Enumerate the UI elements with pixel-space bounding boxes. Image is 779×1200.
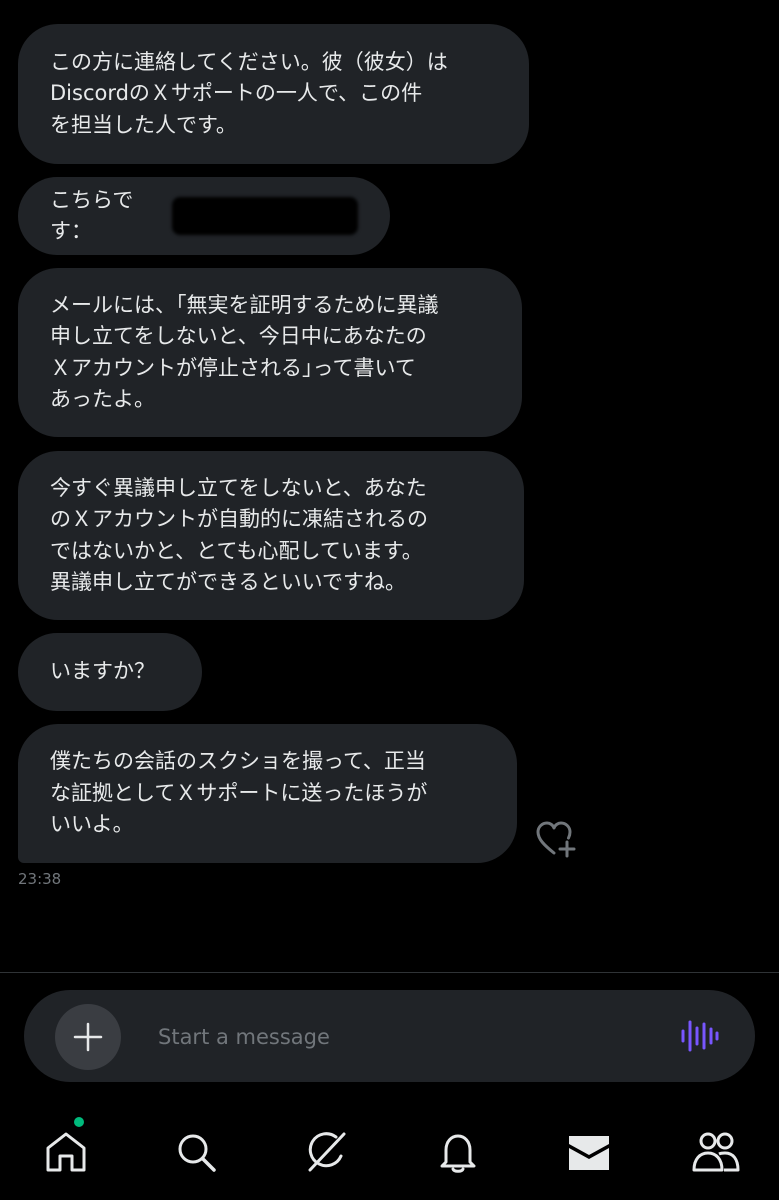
waveform-icon: [681, 1020, 719, 1052]
mail-icon: [569, 1136, 609, 1170]
tab-notifications[interactable]: [428, 1122, 488, 1182]
tab-messages[interactable]: [559, 1122, 619, 1182]
message-text: メールには、｢無実を証明するために異議 申し立てをしないと、今日中にあなたの Ｘ…: [50, 292, 439, 412]
people-icon: [692, 1132, 740, 1172]
message-text: いますか？: [50, 659, 155, 684]
message-text: こちらです：: [50, 187, 134, 244]
voice-message-button[interactable]: [680, 1018, 720, 1054]
message-text: 僕たちの会話のスクショを撮って、正当 な証拠としてＸサポートに送ったほうが いい…: [50, 749, 428, 837]
home-icon: [46, 1132, 86, 1172]
plus-icon: [73, 1022, 103, 1052]
message-input[interactable]: [156, 1016, 640, 1058]
message-timestamp: 23:38: [18, 870, 62, 888]
message-bubble[interactable]: 今すぐ異議申し立てをしないと、あなた のＸアカウントが自動的に凍結されるの では…: [18, 451, 524, 620]
message-bubble[interactable]: メールには、｢無実を証明するために異議 申し立てをしないと、今日中にあなたの Ｘ…: [18, 268, 522, 437]
tab-explore[interactable]: [166, 1122, 226, 1182]
tab-home[interactable]: [36, 1122, 96, 1182]
message-bubble[interactable]: 僕たちの会話のスクショを撮って、正当 な証拠としてＸサポートに送ったほうが いい…: [18, 724, 517, 863]
tab-grok[interactable]: [296, 1122, 356, 1182]
redacted-contact: [172, 197, 358, 235]
message-composer: [24, 990, 755, 1082]
message-bubble[interactable]: この方に連絡してください。彼（彼女）は DiscordのＸサポートの一人で、この…: [18, 24, 529, 164]
search-icon: [178, 1134, 216, 1172]
tab-communities[interactable]: [686, 1122, 746, 1182]
message-bubble[interactable]: こちらです：: [18, 177, 390, 255]
grok-icon: [308, 1132, 346, 1172]
message-thread: この方に連絡してください。彼（彼女）は DiscordのＸサポートの一人で、この…: [0, 0, 779, 972]
message-bubble[interactable]: いますか？: [18, 633, 202, 711]
heart-plus-icon[interactable]: [534, 820, 580, 860]
message-text: 今すぐ異議申し立てをしないと、あなた のＸアカウントが自動的に凍結されるの では…: [50, 475, 428, 595]
message-text: この方に連絡してください。彼（彼女）は DiscordのＸサポートの一人で、この…: [50, 49, 448, 137]
bell-icon: [440, 1134, 476, 1173]
divider: [0, 972, 779, 973]
bottom-tab-bar: [0, 1110, 779, 1200]
home-notification-dot: [74, 1117, 84, 1127]
add-attachment-button[interactable]: [55, 1004, 121, 1070]
